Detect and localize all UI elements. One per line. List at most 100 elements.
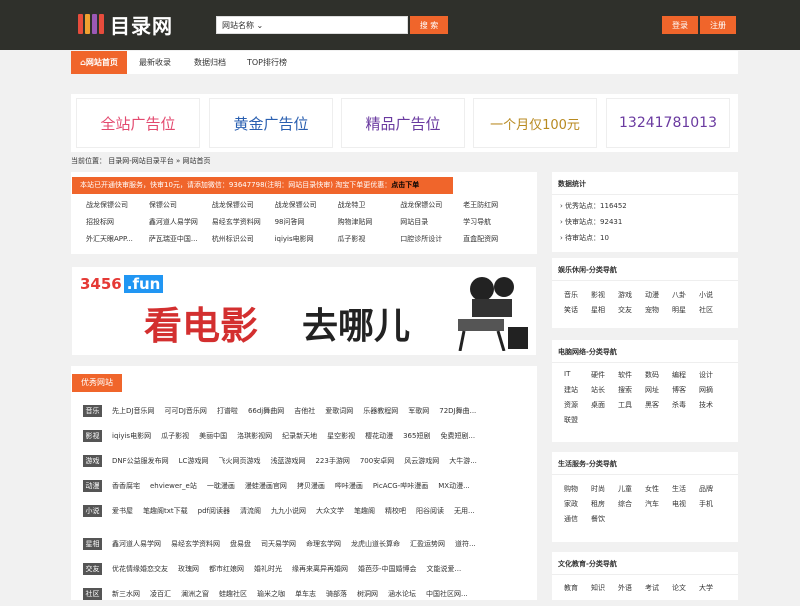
list-item[interactable]: 中国社区网... [426, 589, 468, 599]
category-tag[interactable]: 星相 [83, 537, 102, 550]
list-item[interactable]: 杭州标识公司 [212, 234, 275, 251]
list-item[interactable]: 联盟 [564, 415, 591, 430]
list-item[interactable]: 儿童 [618, 484, 645, 499]
list-item[interactable]: 无用... [454, 506, 475, 516]
list-item[interactable]: 98问答网 [275, 217, 338, 234]
list-item[interactable]: 汇盈运势网 [410, 539, 445, 549]
list-item[interactable]: 租房 [591, 499, 618, 514]
list-item[interactable]: 风云游戏网 [404, 456, 439, 466]
list-item[interactable]: 瓜子影视 [161, 431, 189, 441]
list-item[interactable]: 招投标网 [86, 217, 149, 234]
list-item[interactable]: 精校吧 [385, 506, 406, 516]
nav-top[interactable]: TOP排行榜 [247, 51, 287, 74]
list-item[interactable]: 700安卓网 [360, 456, 394, 466]
list-item[interactable]: 大学 [699, 583, 726, 598]
nav-home[interactable]: ⌂网站首页 [71, 51, 127, 74]
list-item[interactable]: 餐饮 [591, 514, 618, 529]
list-item[interactable]: 宠物 [645, 305, 672, 320]
list-item[interactable]: 交友 [618, 305, 645, 320]
ad-slot[interactable]: 精品广告位 [341, 98, 465, 148]
list-item[interactable]: 论文 [672, 583, 699, 598]
list-item[interactable]: 考试 [645, 583, 672, 598]
list-item[interactable]: 网摘 [699, 385, 726, 400]
list-item[interactable]: 浅蓝游戏网 [270, 456, 305, 466]
list-item[interactable]: 战龙保镖公司 [275, 200, 338, 217]
category-tag[interactable]: 社区 [83, 587, 102, 600]
list-item[interactable]: 外语 [618, 583, 645, 598]
list-item[interactable]: 漫蛙漫画官网 [245, 481, 287, 491]
list-item[interactable]: 婚礼时光 [254, 564, 282, 574]
list-item[interactable]: 电视 [672, 499, 699, 514]
list-item[interactable]: 笔趣阁 [354, 506, 375, 516]
list-item[interactable]: 一耽漫画 [207, 481, 235, 491]
list-item[interactable]: 樱花动漫 [365, 431, 393, 441]
list-item[interactable]: 口腔诊所设计 [400, 234, 463, 251]
list-item[interactable]: 玫瑰网 [178, 564, 199, 574]
list-item[interactable]: iqiyis电影网 [275, 234, 338, 251]
list-item[interactable]: 命理玄学网 [306, 539, 341, 549]
list-item[interactable]: 瓜子影视 [337, 234, 400, 251]
list-item[interactable]: 黑客 [645, 400, 672, 415]
list-item[interactable]: 洛琪影视网 [237, 431, 272, 441]
list-item[interactable]: 鑫河道人易学网 [112, 539, 161, 549]
ad-slot[interactable]: 13241781013 [606, 98, 730, 148]
order-link[interactable]: 点击下单 [391, 181, 419, 189]
search-type-select[interactable]: 网站名称 ⌄ [222, 20, 263, 31]
list-item[interactable]: 战龙特卫 [337, 200, 400, 217]
list-item[interactable]: 飞火网页游戏 [218, 456, 260, 466]
list-item[interactable]: 免费短剧... [440, 431, 475, 441]
list-item[interactable]: 八卦 [672, 290, 699, 305]
list-item[interactable]: 搜索 [618, 385, 645, 400]
list-item[interactable]: 打谱啦 [217, 406, 238, 416]
list-item[interactable]: 先上DJ音乐网 [112, 406, 154, 416]
list-item[interactable]: 清流阁 [240, 506, 261, 516]
search-box[interactable]: 网站名称 ⌄ [216, 16, 408, 34]
list-item[interactable]: 阳谷阅读 [416, 506, 444, 516]
list-item[interactable]: DNF公益服发布网 [112, 456, 169, 466]
list-item[interactable]: ehviewer_e站 [150, 481, 197, 491]
list-item[interactable]: LC游戏网 [179, 456, 209, 466]
list-item[interactable]: 萨瓦瑞亚中国... [149, 234, 212, 251]
list-item[interactable]: IT [564, 370, 591, 385]
list-item[interactable]: 可可DJ音乐网 [164, 406, 206, 416]
list-item[interactable]: 品牌 [699, 484, 726, 499]
list-item[interactable]: 设计 [699, 370, 726, 385]
list-item[interactable]: 纪录新天地 [282, 431, 317, 441]
list-item[interactable]: 拷贝漫画 [297, 481, 325, 491]
list-item[interactable]: 战龙保镖公司 [400, 200, 463, 217]
list-item[interactable]: 杀毒 [672, 400, 699, 415]
list-item[interactable]: 66dj舞曲网 [248, 406, 284, 416]
ad-slot[interactable]: 一个月仅100元 [473, 98, 597, 148]
list-item[interactable]: 223手游网 [315, 456, 349, 466]
list-item[interactable]: 数码 [645, 370, 672, 385]
list-item[interactable]: 易经玄学资料网 [212, 217, 275, 234]
list-item[interactable]: 时尚 [591, 484, 618, 499]
list-item[interactable]: iqiyis电影网 [112, 431, 151, 441]
list-item[interactable]: 大众文学 [316, 506, 344, 516]
list-item[interactable]: 小说 [699, 290, 726, 305]
list-item[interactable]: 365短剧 [403, 431, 430, 441]
list-item[interactable]: 笔趣阁txt下载 [143, 506, 188, 516]
list-item[interactable]: 动漫 [645, 290, 672, 305]
list-item[interactable]: 明星 [672, 305, 699, 320]
nav-archive[interactable]: 数据归档 [194, 51, 226, 74]
list-item[interactable]: 笑话 [564, 305, 591, 320]
list-item[interactable]: 女性 [645, 484, 672, 499]
category-tag[interactable]: 动漫 [83, 479, 102, 492]
category-tag[interactable]: 交友 [83, 562, 102, 575]
category-tag[interactable]: 游戏 [83, 454, 102, 467]
list-item[interactable]: 直盒配资网 [463, 234, 526, 251]
list-item[interactable]: 骑部落 [326, 589, 347, 599]
list-item[interactable]: 外汇天眼APP... [86, 234, 149, 251]
list-item[interactable]: 哔咔漫画 [335, 481, 363, 491]
list-item[interactable]: 社区 [699, 305, 726, 320]
list-item[interactable]: 九九小说网 [271, 506, 306, 516]
list-item[interactable]: 优花情缘婚恋交友 [112, 564, 168, 574]
list-item[interactable]: 工具 [618, 400, 645, 415]
list-item[interactable]: 星相 [591, 305, 618, 320]
list-item[interactable]: 战龙保镖公司 [212, 200, 275, 217]
list-item[interactable]: 教育 [564, 583, 591, 598]
list-item[interactable]: 建站 [564, 385, 591, 400]
list-item[interactable]: 缘再来离异再婚网 [292, 564, 348, 574]
list-item[interactable]: 保镖公司 [149, 200, 212, 217]
